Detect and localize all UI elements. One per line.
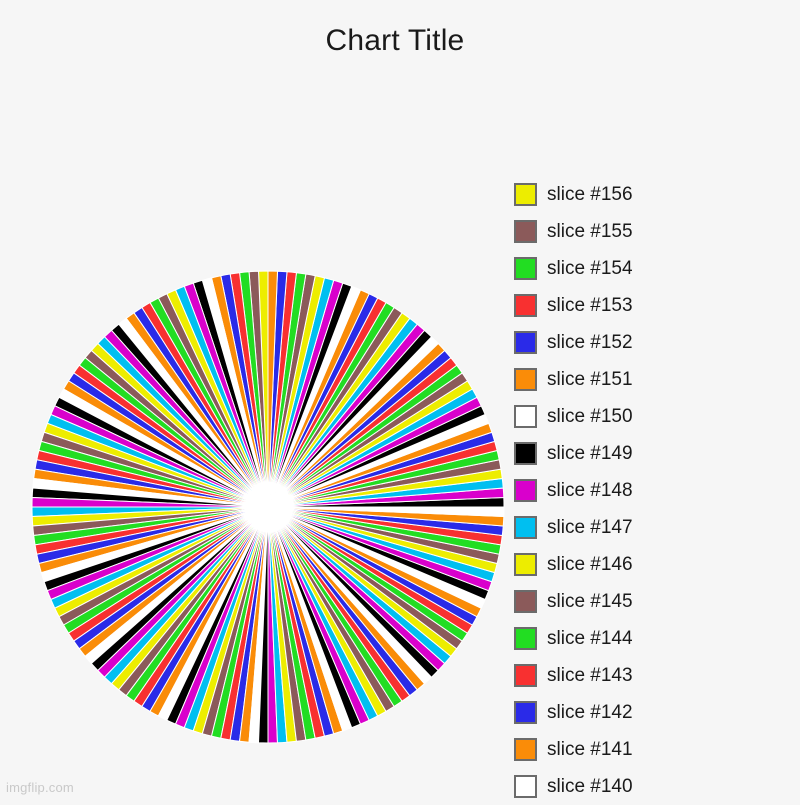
legend-item[interactable]: slice #141 [514, 731, 800, 768]
legend-color-swatch [514, 627, 537, 650]
legend-color-swatch [514, 516, 537, 539]
legend-item-label: slice #155 [547, 221, 633, 242]
legend-item[interactable]: slice #155 [514, 213, 800, 250]
legend-item[interactable]: slice #147 [514, 509, 800, 546]
legend-item-label: slice #156 [547, 184, 633, 205]
legend-item[interactable]: slice #140 [514, 768, 800, 805]
legend-item-label: slice #145 [547, 591, 633, 612]
legend-item-label: slice #147 [547, 517, 633, 538]
legend-color-swatch [514, 738, 537, 761]
legend-item-label: slice #144 [547, 628, 633, 649]
legend: slice #156 slice #155 slice #154 slice #153… [514, 176, 800, 805]
legend-item[interactable]: slice #142 [514, 694, 800, 731]
legend-item-label: slice #154 [547, 258, 633, 279]
legend-item[interactable]: slice #145 [514, 583, 800, 620]
legend-color-swatch [514, 590, 537, 613]
legend-color-swatch [514, 220, 537, 243]
legend-color-swatch [514, 405, 537, 428]
legend-item[interactable]: slice #144 [514, 620, 800, 657]
legend-item[interactable]: slice #143 [514, 657, 800, 694]
pie-chart [31, 270, 505, 744]
legend-item-label: slice #141 [547, 739, 633, 760]
legend-color-swatch [514, 368, 537, 391]
pie-chart-svg [31, 270, 505, 744]
legend-item[interactable]: slice #151 [514, 361, 800, 398]
legend-item[interactable]: slice #150 [514, 398, 800, 435]
legend-item-label: slice #146 [547, 554, 633, 575]
legend-item-label: slice #153 [547, 295, 633, 316]
legend-item[interactable]: slice #156 [514, 176, 800, 213]
legend-item-label: slice #149 [547, 443, 633, 464]
legend-color-swatch [514, 257, 537, 280]
legend-color-swatch [514, 183, 537, 206]
legend-item[interactable]: slice #153 [514, 287, 800, 324]
legend-item-label: slice #151 [547, 369, 633, 390]
legend-item[interactable]: slice #154 [514, 250, 800, 287]
imgflip-watermark: imgflip.com [6, 780, 74, 795]
page-title: Chart Title [325, 24, 465, 57]
legend-item-label: slice #140 [547, 776, 633, 797]
legend-color-swatch [514, 479, 537, 502]
legend-item-label: slice #142 [547, 702, 633, 723]
legend-color-swatch [514, 294, 537, 317]
legend-color-swatch [514, 664, 537, 687]
legend-color-swatch [514, 331, 537, 354]
legend-item-label: slice #150 [547, 406, 633, 427]
legend-item[interactable]: slice #146 [514, 546, 800, 583]
legend-color-swatch [514, 775, 537, 798]
legend-item-label: slice #152 [547, 332, 633, 353]
pie-slice-group [31, 270, 505, 744]
legend-color-swatch [514, 442, 537, 465]
legend-item[interactable]: slice #149 [514, 435, 800, 472]
chart-canvas: Chart Title slice #156 slice #155 slice #1… [0, 0, 800, 800]
legend-item-label: slice #143 [547, 665, 633, 686]
legend-item[interactable]: slice #148 [514, 472, 800, 509]
legend-item-label: slice #148 [547, 480, 633, 501]
legend-color-swatch [514, 553, 537, 576]
legend-color-swatch [514, 701, 537, 724]
legend-item[interactable]: slice #152 [514, 324, 800, 361]
